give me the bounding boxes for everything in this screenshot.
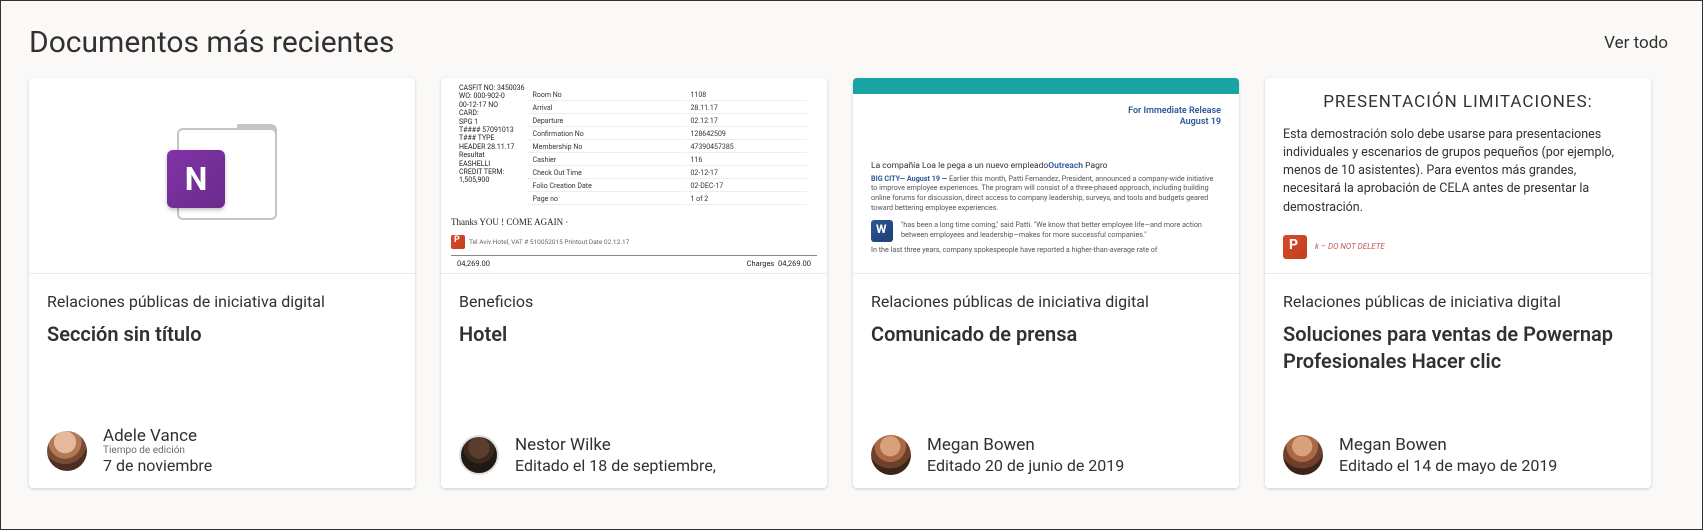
receipt-row: Arrival28.11.17: [527, 103, 807, 114]
author-name: Megan Bowen: [927, 435, 1124, 456]
press-release-date: August 19: [871, 117, 1221, 128]
receipt-left-line: CREDIT TERM:: [459, 168, 525, 176]
edited-date: 7 de noviembre: [103, 456, 212, 476]
press-release-label: For Immediate Release: [871, 106, 1221, 117]
receipt-left-line: Resultat: [459, 151, 525, 159]
receipt-row: Membership No47390457385: [527, 142, 807, 153]
card-meta: Nestor Wilke Editado el 18 de septiembre…: [515, 435, 716, 476]
receipt-row: Departure02.12.17: [527, 116, 807, 127]
card-info: Beneficios Hotel Nestor Wilke Editado el…: [441, 274, 827, 488]
receipt-row: Page no1 of 2: [527, 194, 807, 205]
card-info: Relaciones públicas de iniciativa digita…: [1265, 274, 1651, 488]
slide-body: Esta demostración solo debe usarse para …: [1283, 126, 1633, 217]
preview-thumbnail: CASFIT NO: 3450036WO: 000-902-000-12-17 …: [441, 78, 827, 274]
avatar: [459, 435, 499, 475]
receipt-left-line: CARD:: [459, 109, 525, 117]
document-card[interactable]: N Relaciones públicas de iniciativa digi…: [29, 78, 415, 488]
card-footer: Adele Vance Tiempo de edición 7 de novie…: [47, 412, 397, 476]
card-category: Relaciones públicas de iniciativa digita…: [47, 292, 397, 311]
press-quote: "has been a long time coming," said Patt…: [901, 220, 1221, 242]
card-title: Hotel: [459, 321, 809, 348]
powerpoint-icon: [451, 235, 465, 249]
receipt-left-line: EASHELLI: [459, 160, 525, 168]
card-meta: Megan Bowen Editado 20 de junio de 2019: [927, 435, 1124, 476]
receipt-row: Confirmation No128642509: [527, 129, 807, 140]
receipt-row: Folio Creation Date02-DEC-17: [527, 181, 807, 192]
see-all-link[interactable]: Ver todo: [1598, 29, 1674, 57]
press-paragraph: BIG CITY— August 19 — Earlier this month…: [871, 174, 1221, 213]
receipt-charges-label: Charges: [747, 259, 775, 268]
author-name: Adele Vance: [103, 426, 212, 447]
avatar: [1283, 435, 1323, 475]
card-title: Comunicado de prensa: [871, 321, 1221, 348]
card-meta: Adele Vance Tiempo de edición 7 de novie…: [103, 426, 212, 476]
card-meta: Megan Bowen Editado el 14 de mayo de 201…: [1339, 435, 1557, 476]
card-grid: N Relaciones públicas de iniciativa digi…: [29, 78, 1674, 488]
doc-accent-bar: [853, 78, 1239, 94]
receipt-left-line: SPG 1: [459, 118, 525, 126]
card-footer: Megan Bowen Editado el 14 de mayo de 201…: [1283, 421, 1633, 476]
card-info: Relaciones públicas de iniciativa digita…: [853, 274, 1239, 488]
receipt-left-line: WO: 000-902-0: [459, 92, 525, 100]
receipt-row: Check Out Time02-12-17: [527, 168, 807, 179]
edited-date: Editado el 14 de mayo de 2019: [1339, 456, 1557, 476]
author-name: Nestor Wilke: [515, 435, 716, 456]
document-card[interactable]: PRESENTACIÓN LIMITACIONES: Esta demostra…: [1265, 78, 1651, 488]
do-not-delete-label: k – DO NOT DELETE: [1315, 242, 1385, 251]
powerpoint-icon: [1283, 235, 1307, 259]
card-title: Sección sin título: [47, 321, 397, 348]
receipt-sum-left: 04,269.00: [457, 259, 490, 268]
section-title: Documentos más recientes: [29, 25, 394, 60]
receipt-left-line: 1,505,900: [459, 176, 525, 184]
card-category: Relaciones públicas de iniciativa digita…: [1283, 292, 1633, 311]
receipt-charges-value: 04,269.00: [778, 259, 811, 268]
receipt-left-line: T### TYPE: [459, 134, 525, 142]
document-card[interactable]: CASFIT NO: 3450036WO: 000-902-000-12-17 …: [441, 78, 827, 488]
receipt-row: Room No1108: [527, 90, 807, 101]
receipt-row: Cashier116: [527, 155, 807, 166]
edited-date: Editado el 18 de septiembre,: [515, 456, 716, 476]
avatar: [871, 435, 911, 475]
receipt-left-line: HEADER 28.11.17: [459, 143, 525, 151]
card-category: Beneficios: [459, 292, 809, 311]
word-icon: [871, 220, 893, 242]
receipt-left-line: CASFIT NO: 3450036: [459, 84, 525, 92]
press-paragraph: In the last three years, company spokesp…: [871, 245, 1221, 255]
card-category: Relaciones públicas de iniciativa digita…: [871, 292, 1221, 311]
preview-thumbnail: PRESENTACIÓN LIMITACIONES: Esta demostra…: [1265, 78, 1651, 274]
press-headline: La compañía Loa le pega a un nuevo emple…: [871, 161, 1221, 171]
recent-documents-section: Documentos más recientes Ver todo N Rela…: [0, 0, 1703, 530]
card-footer: Nestor Wilke Editado el 18 de septiembre…: [459, 421, 809, 476]
receipt-left-line: 00-12-17 NO: [459, 101, 525, 109]
avatar: [47, 431, 87, 471]
receipt-meta: Tel Aviv Hotel, VAT # 510052015 Printout…: [469, 238, 817, 246]
receipt-left-line: T#### 57091013: [459, 126, 525, 134]
section-header: Documentos más recientes Ver todo: [29, 25, 1674, 60]
edited-date: Editado 20 de junio de 2019: [927, 456, 1124, 476]
card-info: Relaciones públicas de iniciativa digita…: [29, 274, 415, 488]
edit-time-label: Tiempo de edición: [103, 445, 212, 456]
slide-title: PRESENTACIÓN LIMITACIONES:: [1283, 92, 1633, 112]
card-footer: Megan Bowen Editado 20 de junio de 2019: [871, 421, 1221, 476]
card-title: Soluciones para ventas de Powernap Profe…: [1283, 321, 1633, 375]
preview-thumbnail: N: [29, 78, 415, 274]
author-name: Megan Bowen: [1339, 435, 1557, 456]
receipt-note: Thanks YOU ! COME AGAIN ·: [451, 217, 817, 227]
preview-thumbnail: For Immediate Release August 19 La compa…: [853, 78, 1239, 274]
onenote-icon: N: [167, 128, 277, 224]
document-card[interactable]: For Immediate Release August 19 La compa…: [853, 78, 1239, 488]
